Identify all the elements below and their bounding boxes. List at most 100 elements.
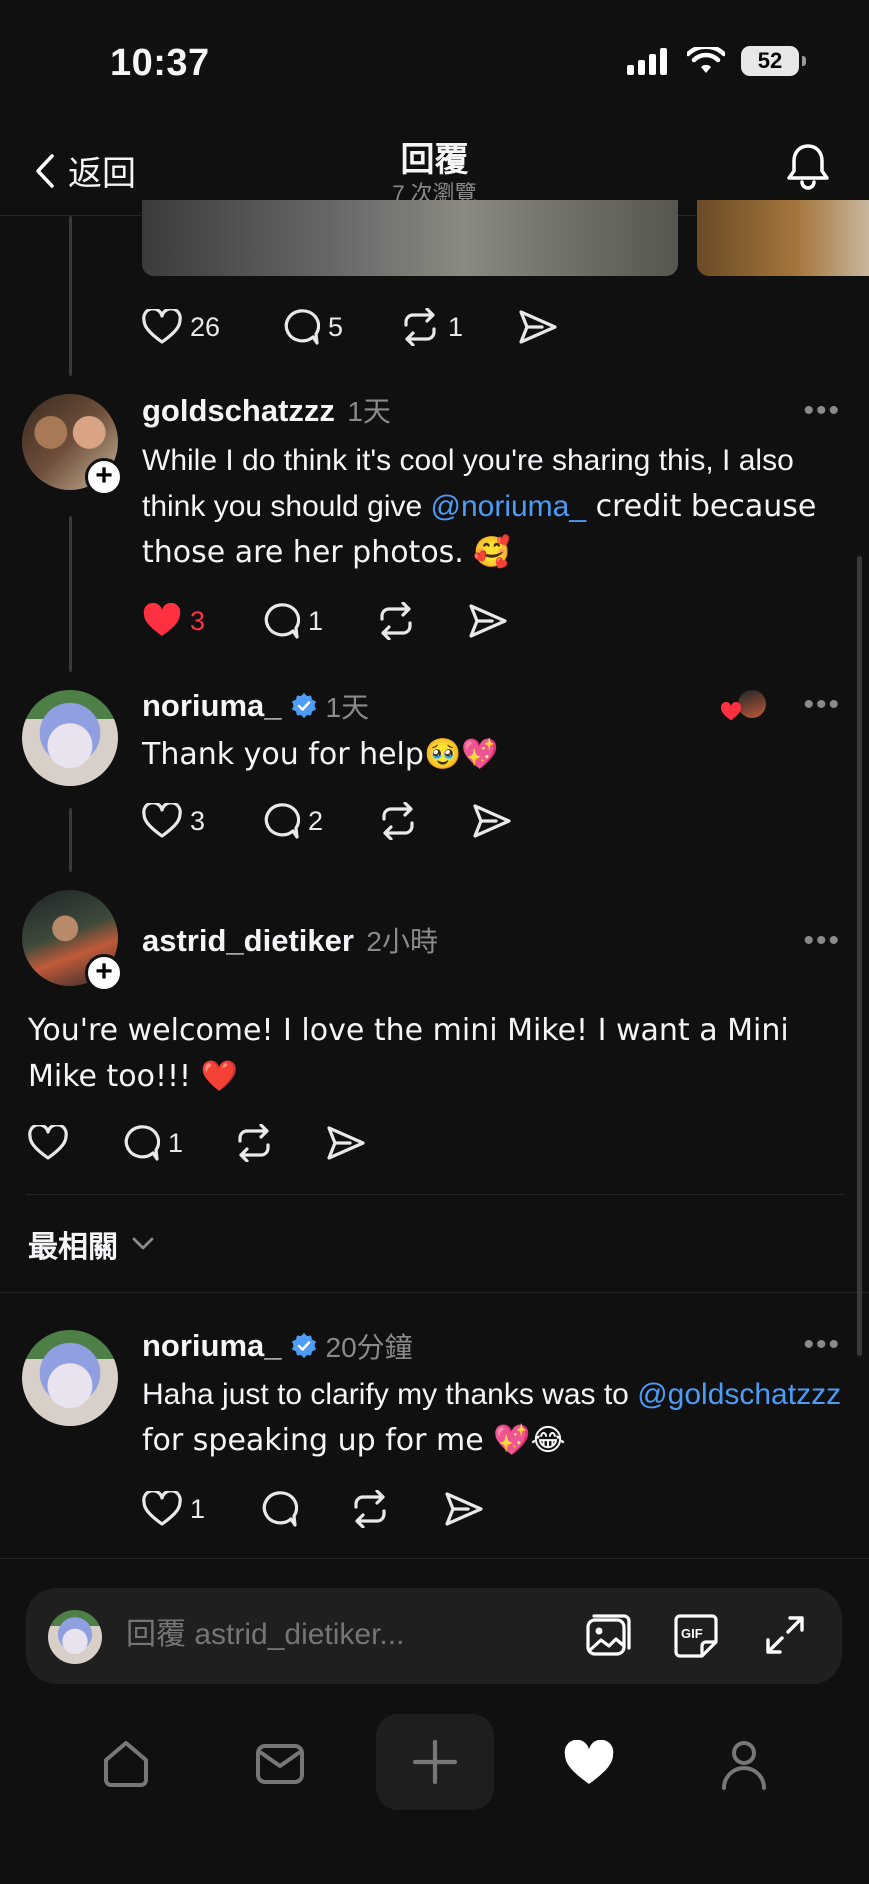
heart-filled-icon [143, 603, 181, 636]
tab-home[interactable] [100, 1738, 152, 1795]
heart-icon [142, 803, 182, 838]
heart-icon [142, 1491, 182, 1526]
like-count: 3 [190, 605, 206, 636]
reply-text: Haha just to clarify my thanks was to @g… [142, 1372, 842, 1464]
comment-button[interactable] [258, 1490, 350, 1528]
reply-header: noriuma_ 1天 [142, 686, 369, 726]
share-icon [445, 1492, 483, 1526]
share-button[interactable] [468, 603, 508, 639]
heart-icon [142, 309, 182, 344]
tab-activity[interactable] [562, 1739, 616, 1793]
expand-button[interactable] [762, 1612, 808, 1663]
like-count: 3 [190, 805, 206, 836]
thread-line [69, 216, 72, 376]
repost-button[interactable] [378, 802, 472, 840]
more-button[interactable]: ••• [803, 688, 841, 722]
tab-create[interactable] [376, 1714, 494, 1810]
reply-text: You're welcome! I love the mini Mike! I … [28, 1013, 789, 1094]
reply-text: Thank you for help🥹💖 [142, 737, 499, 772]
more-icon: ••• [803, 1328, 841, 1361]
plus-icon: + [95, 955, 113, 988]
post-image[interactable] [697, 200, 869, 276]
share-button[interactable] [326, 1125, 366, 1161]
timestamp: 1天 [347, 396, 391, 427]
comment-icon [264, 803, 300, 839]
share-icon [519, 310, 557, 344]
repost-button[interactable] [350, 1490, 444, 1528]
follow-button[interactable]: + [85, 954, 123, 992]
home-icon [104, 1741, 148, 1787]
more-button[interactable]: ••• [803, 394, 841, 428]
like-button[interactable]: 3 [142, 603, 260, 639]
divider [0, 1292, 869, 1293]
reply-text-part: for speaking up for me 💖😂 [142, 1423, 566, 1458]
username[interactable]: noriuma_ [142, 1328, 282, 1364]
composer-avatar [48, 1610, 102, 1664]
avatar[interactable] [22, 1330, 118, 1426]
reply-input[interactable] [126, 1618, 566, 1652]
signal-icon [627, 48, 667, 75]
timestamp: 1天 [325, 692, 370, 723]
author-liked-indicator [718, 688, 770, 724]
repost-icon [380, 602, 412, 640]
follow-button[interactable]: + [85, 458, 123, 496]
more-button[interactable]: ••• [803, 1328, 841, 1362]
avatar[interactable] [22, 690, 118, 786]
tab-profile[interactable] [718, 1738, 770, 1797]
wifi-icon [687, 47, 725, 73]
repost-button[interactable]: 1 [400, 308, 518, 346]
divider [26, 1194, 844, 1195]
reply-actions: 1 [28, 1124, 366, 1162]
comment-icon [124, 1125, 160, 1161]
notifications-button[interactable] [785, 142, 831, 195]
repost-button[interactable] [376, 602, 468, 640]
tab-inbox[interactable] [254, 1738, 306, 1795]
comment-button[interactable]: 1 [260, 602, 376, 640]
attach-image-button[interactable] [584, 1612, 632, 1665]
gif-button[interactable]: GIF [672, 1612, 720, 1665]
like-button[interactable] [28, 1125, 120, 1161]
like-button[interactable]: 3 [142, 803, 260, 839]
repost-button[interactable] [234, 1124, 326, 1162]
username[interactable]: goldschatzzz [142, 393, 335, 428]
status-time: 10:37 [110, 42, 210, 84]
share-button[interactable] [472, 803, 512, 839]
timestamp: 20分鐘 [325, 1332, 413, 1363]
like-button[interactable]: 26 [142, 309, 280, 345]
comment-button[interactable]: 1 [120, 1124, 234, 1162]
mention-link[interactable]: @noriuma_ [431, 490, 587, 523]
inbox-icon [256, 1744, 304, 1784]
sort-label: 最相關 [28, 1231, 118, 1264]
chevron-down-icon [132, 1237, 154, 1250]
more-button[interactable]: ••• [803, 924, 841, 958]
mention-link[interactable]: @goldschatzzz [637, 1378, 841, 1411]
repost-icon [238, 1124, 270, 1162]
verified-icon [291, 693, 316, 718]
share-button[interactable] [444, 1491, 484, 1527]
timestamp: 2小時 [366, 926, 438, 957]
comment-button[interactable]: 2 [260, 802, 378, 840]
gif-icon: GIF [674, 1614, 718, 1658]
reply-actions: 1 [142, 1490, 484, 1528]
username[interactable]: noriuma_ [142, 688, 282, 724]
post-image[interactable] [142, 200, 678, 276]
scrollbar[interactable] [857, 556, 862, 1356]
share-button[interactable] [518, 309, 558, 345]
username[interactable]: astrid_dietiker [142, 923, 354, 958]
repost-icon [404, 308, 436, 346]
comment-icon [284, 309, 320, 345]
repost-icon [382, 802, 414, 840]
plus-icon [412, 1739, 458, 1785]
sort-dropdown[interactable]: 最相關 [28, 1222, 154, 1266]
thread-line [69, 808, 72, 872]
like-button[interactable]: 1 [142, 1491, 258, 1527]
heart-filled-icon [564, 1739, 614, 1784]
heart-filled-icon [721, 702, 741, 721]
comment-button[interactable]: 5 [280, 308, 400, 346]
heart-icon [28, 1125, 68, 1160]
svg-text:GIF: GIF [681, 1626, 703, 1641]
status-icons: 52 [627, 46, 806, 76]
more-icon: ••• [803, 688, 841, 721]
more-icon: ••• [803, 924, 841, 957]
share-icon [327, 1126, 365, 1160]
